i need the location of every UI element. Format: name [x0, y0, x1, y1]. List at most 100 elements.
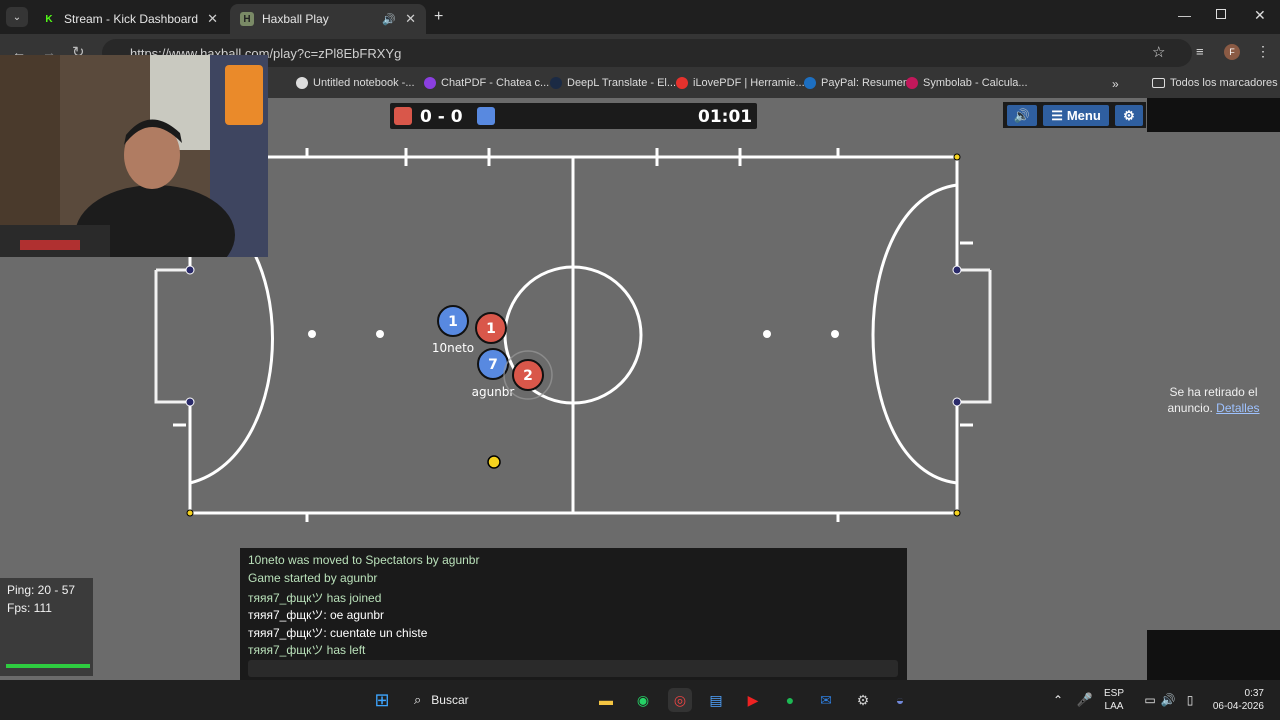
microphone-icon[interactable]: 🎤 — [1073, 688, 1097, 712]
outlook-icon[interactable]: ✉ — [814, 688, 838, 712]
ilovepdf-icon — [676, 77, 688, 89]
windows-start-icon[interactable]: ⊞ — [370, 688, 394, 712]
right-goal — [957, 268, 992, 404]
tab-bar: ⌄ K Stream - Kick Dashboard ✕ H Haxball … — [0, 0, 1280, 34]
bookmark-item[interactable]: Symbolab - Calcula... — [906, 77, 1028, 89]
close-window-button[interactable]: ✕ — [1254, 7, 1266, 24]
settings-button[interactable]: ⚙ — [1115, 105, 1143, 126]
close-tab-icon[interactable]: ✕ — [207, 11, 218, 27]
player-red-1: 1 — [475, 312, 507, 344]
settings-app-icon[interactable]: ⚙ — [851, 688, 875, 712]
chat-message: тяяя7_фщкツ: oe agunbr — [248, 608, 385, 622]
minimize-button[interactable]: — — [1178, 8, 1191, 23]
spotify-icon[interactable]: ● — [778, 688, 802, 712]
chat-message: тяяя7_фщкツ: cuentate un chiste — [248, 626, 428, 640]
webcam-overlay — [0, 55, 268, 257]
game-controls: 🔊 ☰ Menu ⚙ — [1003, 102, 1146, 128]
bookmark-label: Todos los marcadores — [1170, 77, 1278, 89]
bookmark-label: Symbolab - Calcula... — [923, 77, 1028, 89]
player-number: 7 — [488, 357, 498, 373]
bookmark-item[interactable]: Untitled notebook -... — [296, 77, 415, 89]
tab-haxball[interactable]: H Haxball Play 🔊 ✕ — [230, 4, 426, 34]
new-tab-button[interactable]: + — [434, 8, 443, 26]
chat-message: тяяя7_фщкツ has left — [248, 643, 366, 657]
left-goal — [154, 268, 190, 404]
clock[interactable]: 0:37 06-04-2026 — [1206, 687, 1264, 713]
tab-title: Haxball Play — [262, 12, 329, 26]
chat-input[interactable] — [248, 660, 898, 677]
tray-expand-icon[interactable]: ⌃ — [1046, 688, 1070, 712]
language-bottom: LAA — [1104, 701, 1124, 712]
menu-label: Menu — [1066, 108, 1101, 123]
chat-message: Game started by agunbr — [248, 571, 378, 585]
paypal-icon — [804, 77, 816, 89]
taskbar-search[interactable]: ⌕ Buscar — [404, 686, 584, 714]
clock-date: 06-04-2026 — [1212, 701, 1264, 712]
bookmark-star-icon[interactable]: ☆ — [1152, 43, 1165, 61]
search-icon: ⌕ — [414, 692, 422, 707]
bookmark-label: iLovePDF | Herramie... — [693, 77, 805, 89]
menu-button[interactable]: ☰ Menu — [1043, 105, 1109, 126]
bookmark-label: DeepL Translate - El... — [567, 77, 677, 89]
discord-icon[interactable]: ◒ — [888, 688, 912, 712]
all-bookmarks-folder[interactable]: Todos los marcadores — [1152, 77, 1278, 89]
tab-list-dropdown[interactable]: ⌄ — [6, 7, 28, 27]
webcam-image — [0, 55, 268, 257]
chat-message: тяяя7_фщкツ has joined — [248, 591, 382, 605]
ad-details-link[interactable]: Detalles — [1216, 401, 1259, 415]
match-timer: 01:01 — [698, 107, 753, 127]
player-number: 2 — [523, 368, 533, 384]
player-name: 10neto — [432, 341, 474, 355]
youtube-icon[interactable]: ▶ — [741, 688, 765, 712]
taskbar: ⊞ ⌕ Buscar ▬ ◉ ◎ ▤ ▶ ● ✉ ⚙ ◒ ⌃ 🎤 ESP LAA… — [0, 680, 1280, 720]
deepl-icon — [550, 77, 562, 89]
menu-icon: ☰ — [1051, 107, 1063, 123]
profile-initial: F — [1229, 47, 1235, 57]
language-top: ESP — [1104, 688, 1125, 699]
chrome-icon[interactable]: ◎ — [668, 688, 692, 712]
browser-menu-icon[interactable]: ⋮ — [1256, 43, 1270, 60]
ad-panel: Se ha retirado el anuncio. Detalles — [1147, 98, 1280, 680]
search-label: Buscar — [431, 693, 469, 707]
bookmark-item[interactable]: iLovePDF | Herramie... — [676, 77, 805, 89]
fps-text: Fps: 111 — [7, 601, 52, 615]
file-explorer-icon[interactable]: ▬ — [594, 688, 618, 712]
tab-kick-dashboard[interactable]: K Stream - Kick Dashboard ✕ — [32, 4, 228, 34]
bookmark-label: PayPal: Resumen — [821, 77, 910, 89]
gear-icon: ⚙ — [1123, 107, 1135, 123]
blue-team-indicator — [477, 107, 495, 125]
chat-panel: 10neto was moved to Spectators by agunbr… — [240, 548, 907, 680]
maximize-button[interactable] — [1216, 9, 1226, 19]
bookmark-item[interactable]: PayPal: Resumen — [804, 77, 909, 89]
chat-message: 10neto was moved to Spectators by agunbr — [248, 553, 480, 567]
profile-avatar[interactable]: F — [1224, 44, 1240, 60]
notepad-icon[interactable]: ▤ — [704, 688, 728, 712]
right-penalty-area — [871, 183, 958, 485]
media-control-icon[interactable]: ≡ — [1196, 44, 1204, 59]
notebook-icon — [296, 77, 308, 89]
close-tab-icon[interactable]: ✕ — [405, 11, 416, 27]
clock-time: 0:37 — [1244, 688, 1264, 699]
player-number: 1 — [486, 321, 496, 337]
language-indicator[interactable]: ESP LAA — [1104, 687, 1124, 713]
player-blue-10neto: 1 10neto — [432, 305, 474, 355]
kick-icon: K — [42, 12, 56, 26]
bookmark-label: Untitled notebook -... — [313, 77, 415, 89]
bookmark-item[interactable]: DeepL Translate - El... — [550, 77, 676, 89]
whatsapp-icon[interactable]: ◉ — [631, 688, 655, 712]
more-bookmarks-icon[interactable]: » — [1112, 77, 1119, 91]
battery-icon[interactable]: ▯ — [1178, 688, 1202, 712]
audio-playing-icon[interactable]: 🔊 — [382, 13, 396, 26]
network-stats: Ping: 20 - 57 Fps: 111 — [0, 578, 93, 676]
ad-bottom-bar — [1147, 630, 1280, 680]
folder-icon — [1152, 78, 1165, 88]
volume-icon[interactable]: 🔊 — [1156, 688, 1180, 712]
fps-graph — [6, 664, 90, 668]
ping-text: Ping: 20 - 57 — [7, 583, 76, 597]
player-red-2: 2 — [503, 350, 553, 400]
ball — [487, 455, 501, 469]
sound-button[interactable]: 🔊 — [1007, 105, 1037, 126]
ad-removed-notice: Se ha retirado el anuncio. Detalles — [1161, 384, 1266, 416]
bookmark-item[interactable]: ChatPDF - Chatea c... — [424, 77, 549, 89]
ad-top-bar — [1147, 98, 1280, 132]
